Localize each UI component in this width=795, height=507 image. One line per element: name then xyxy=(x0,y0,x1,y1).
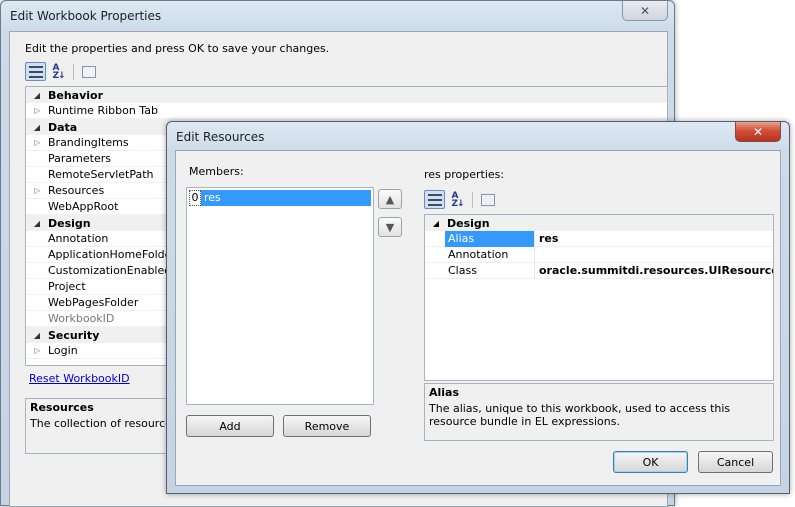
window-title: Edit Workbook Properties xyxy=(10,9,162,23)
property-name: Class xyxy=(445,262,535,279)
instruction-text: Edit the properties and press OK to save… xyxy=(25,42,330,55)
close-icon: ✕ xyxy=(639,3,651,18)
property-name: Alias xyxy=(445,230,535,247)
res-description-panel: Alias The alias, unique to this workbook… xyxy=(424,383,774,441)
property-value[interactable]: oracle.summitdi.resources.UIResources xyxy=(536,263,773,279)
categorized-icon xyxy=(427,193,442,206)
description-text: The alias, unique to this workbook, used… xyxy=(429,402,731,428)
members-list[interactable]: 0 res xyxy=(186,187,374,405)
sort-az-icon: A Z↓ xyxy=(451,190,464,209)
main-close-button[interactable]: ✕ xyxy=(622,1,668,21)
collapse-icon: ◢ xyxy=(33,90,41,100)
property-row-alias[interactable]: Alias res xyxy=(425,230,773,247)
description-title: Alias xyxy=(429,386,460,399)
add-button[interactable]: Add xyxy=(186,415,274,437)
collapse-icon: ◢ xyxy=(432,218,440,228)
member-index: 0 xyxy=(189,190,201,206)
toolbar-separator xyxy=(472,192,473,208)
expand-icon: ▷ xyxy=(34,106,41,115)
collapse-icon: ◢ xyxy=(33,218,41,228)
category-behavior[interactable]: ◢ Behavior xyxy=(26,87,667,103)
move-up-button[interactable]: ▲ xyxy=(378,189,402,209)
arrow-up-icon: ▲ xyxy=(385,192,395,206)
property-row[interactable]: ▷ Runtime Ribbon Tab xyxy=(26,103,667,119)
property-pages-button[interactable] xyxy=(477,190,498,209)
cancel-button[interactable]: Cancel xyxy=(698,451,773,473)
property-row-class[interactable]: Class oracle.summitdi.resources.UIResour… xyxy=(425,262,773,279)
alphabetical-button[interactable]: A Z↓ xyxy=(48,62,69,81)
property-pages-button[interactable] xyxy=(78,62,99,81)
window-title: Edit Resources xyxy=(176,130,265,144)
ok-button[interactable]: OK xyxy=(613,451,688,473)
member-item[interactable]: 0 res xyxy=(189,190,371,206)
resources-close-button[interactable]: ✕ xyxy=(735,122,781,142)
res-properties-label: res properties: xyxy=(424,168,505,181)
resources-client-area: Members: 0 res ▲ ▼ Add Remove res proper… xyxy=(175,150,781,486)
categorized-button[interactable] xyxy=(424,190,445,209)
property-value[interactable] xyxy=(536,247,539,263)
res-property-grid[interactable]: ◢ Design Alias res Annotation Class orac… xyxy=(424,214,774,381)
expand-icon: ▷ xyxy=(34,346,41,355)
property-pages-icon xyxy=(480,193,495,206)
property-name: Annotation xyxy=(445,246,535,263)
expand-icon: ▷ xyxy=(34,138,41,147)
property-row-annotation[interactable]: Annotation xyxy=(425,246,773,263)
sort-az-icon: A Z↓ xyxy=(52,62,65,81)
toolbar-separator xyxy=(73,64,74,80)
category-design[interactable]: ◢ Design xyxy=(425,215,773,231)
move-down-button[interactable]: ▼ xyxy=(378,217,402,237)
property-pages-icon xyxy=(81,65,96,78)
categorized-icon xyxy=(28,65,43,78)
alphabetical-button[interactable]: A Z↓ xyxy=(447,190,468,209)
arrow-down-icon: ▼ xyxy=(385,220,395,234)
categorized-button[interactable] xyxy=(25,62,46,81)
expand-icon: ▷ xyxy=(34,186,41,195)
remove-button[interactable]: Remove xyxy=(283,415,371,437)
reset-workbookid-link[interactable]: Reset WorkbookID xyxy=(29,372,130,385)
members-label: Members: xyxy=(189,165,244,178)
edit-resources-window: Edit Resources ✕ Members: 0 res ▲ ▼ Add … xyxy=(166,121,790,494)
collapse-icon: ◢ xyxy=(33,330,41,340)
collapse-icon: ◢ xyxy=(33,122,41,132)
close-icon: ✕ xyxy=(752,124,764,139)
property-value[interactable]: res xyxy=(536,231,558,247)
member-name: res xyxy=(201,190,371,206)
